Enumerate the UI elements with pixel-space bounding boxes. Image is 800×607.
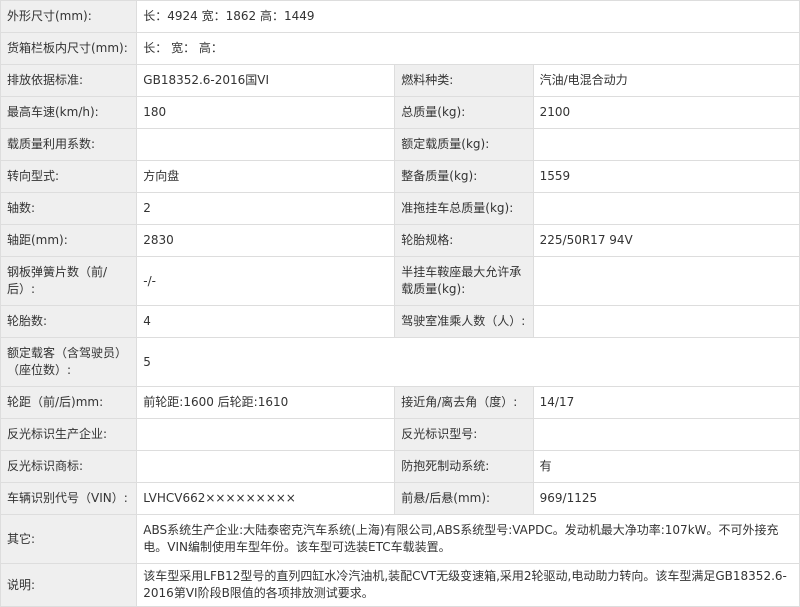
value-vin: LVHCV662×××××××××	[136, 482, 396, 515]
value-axle-count: 2	[136, 192, 396, 225]
table-row: 轴距(mm): 2830 轮胎规格: 225/50R17 94V	[0, 224, 800, 257]
label-cab-occupants: 驾驶室准乘人数（人）:	[394, 305, 534, 338]
label-tire-count: 轮胎数:	[0, 305, 138, 338]
value-load-utilization	[136, 128, 396, 161]
label-overhang: 前悬/后悬(mm):	[394, 482, 534, 515]
value-notes: 该车型采用LFB12型号的直列四缸水冷汽油机,装配CVT无级变速箱,采用2轮驱动…	[136, 563, 800, 607]
value-saddle-load	[532, 256, 800, 306]
label-reflector-model: 反光标识型号:	[394, 418, 534, 451]
label-seating-capacity: 额定载客（含驾驶员）（座位数）:	[0, 337, 138, 387]
value-steering-type: 方向盘	[136, 160, 396, 193]
table-row: 额定载客（含驾驶员）（座位数）: 5	[0, 337, 800, 387]
value-gross-mass: 2100	[532, 96, 800, 129]
label-cargo-box-dimensions: 货箱栏板内尺寸(mm):	[0, 32, 138, 65]
table-row: 说明: 该车型采用LFB12型号的直列四缸水冷汽油机,装配CVT无级变速箱,采用…	[0, 563, 800, 607]
value-other: ABS系统生产企业:大陆泰密克汽车系统(上海)有限公司,ABS系统型号:VAPD…	[136, 514, 800, 564]
value-seating-capacity: 5	[136, 337, 800, 387]
label-abs: 防抱死制动系统:	[394, 450, 534, 483]
table-row: 轮胎数: 4 驾驶室准乘人数（人）:	[0, 305, 800, 338]
value-reflector-maker	[136, 418, 396, 451]
label-rated-load: 额定载质量(kg):	[394, 128, 534, 161]
label-reflector-brand: 反光标识商标:	[0, 450, 138, 483]
table-row: 反光标识生产企业: 反光标识型号:	[0, 418, 800, 451]
label-emission-standard: 排放依据标准:	[0, 64, 138, 97]
value-emission-standard: GB18352.6-2016国VI	[136, 64, 396, 97]
value-wheelbase: 2830	[136, 224, 396, 257]
value-cab-occupants	[532, 305, 800, 338]
value-track-width: 前轮距:1600 后轮距:1610	[136, 386, 396, 419]
table-row: 外形尺寸(mm): 长：4924 宽：1862 高：1449	[0, 0, 800, 33]
value-curb-weight: 1559	[532, 160, 800, 193]
label-wheelbase: 轴距(mm):	[0, 224, 138, 257]
value-approach-departure-angle: 14/17	[532, 386, 800, 419]
table-row: 货箱栏板内尺寸(mm): 长： 宽： 高：	[0, 32, 800, 65]
label-saddle-load: 半挂车鞍座最大允许承载质量(kg):	[394, 256, 534, 306]
value-rated-load	[532, 128, 800, 161]
label-vin: 车辆识别代号（VIN）:	[0, 482, 138, 515]
table-row: 排放依据标准: GB18352.6-2016国VI 燃料种类: 汽油/电混合动力	[0, 64, 800, 97]
label-reflector-maker: 反光标识生产企业:	[0, 418, 138, 451]
label-steering-type: 转向型式:	[0, 160, 138, 193]
label-gross-mass: 总质量(kg):	[394, 96, 534, 129]
vehicle-spec-sheet: 外形尺寸(mm): 长：4924 宽：1862 高：1449 货箱栏板内尺寸(m…	[0, 0, 800, 607]
table-row: 轴数: 2 准拖挂车总质量(kg):	[0, 192, 800, 225]
label-leaf-springs: 钢板弹簧片数（前/后）:	[0, 256, 138, 306]
label-dimensions: 外形尺寸(mm):	[0, 0, 138, 33]
value-reflector-brand	[136, 450, 396, 483]
value-tire-spec: 225/50R17 94V	[532, 224, 800, 257]
label-approach-departure-angle: 接近角/离去角（度）:	[394, 386, 534, 419]
label-trailer-mass: 准拖挂车总质量(kg):	[394, 192, 534, 225]
table-row: 转向型式: 方向盘 整备质量(kg): 1559	[0, 160, 800, 193]
table-row: 反光标识商标: 防抱死制动系统: 有	[0, 450, 800, 483]
label-other: 其它:	[0, 514, 138, 564]
label-curb-weight: 整备质量(kg):	[394, 160, 534, 193]
value-tire-count: 4	[136, 305, 396, 338]
table-row: 其它: ABS系统生产企业:大陆泰密克汽车系统(上海)有限公司,ABS系统型号:…	[0, 514, 800, 564]
value-max-speed: 180	[136, 96, 396, 129]
value-dimensions: 长：4924 宽：1862 高：1449	[136, 0, 800, 33]
label-axle-count: 轴数:	[0, 192, 138, 225]
table-row: 轮距（前/后)mm: 前轮距:1600 后轮距:1610 接近角/离去角（度）:…	[0, 386, 800, 419]
value-abs: 有	[532, 450, 800, 483]
value-overhang: 969/1125	[532, 482, 800, 515]
label-max-speed: 最高车速(km/h):	[0, 96, 138, 129]
label-track-width: 轮距（前/后)mm:	[0, 386, 138, 419]
value-leaf-springs: -/-	[136, 256, 396, 306]
table-row: 最高车速(km/h): 180 总质量(kg): 2100	[0, 96, 800, 129]
spec-table: 外形尺寸(mm): 长：4924 宽：1862 高：1449 货箱栏板内尺寸(m…	[0, 0, 800, 607]
value-fuel-type: 汽油/电混合动力	[532, 64, 800, 97]
value-trailer-mass	[532, 192, 800, 225]
table-row: 载质量利用系数: 额定载质量(kg):	[0, 128, 800, 161]
label-fuel-type: 燃料种类:	[394, 64, 534, 97]
value-reflector-model	[532, 418, 800, 451]
label-tire-spec: 轮胎规格:	[394, 224, 534, 257]
value-cargo-box-dimensions: 长： 宽： 高：	[136, 32, 800, 65]
label-load-utilization: 载质量利用系数:	[0, 128, 138, 161]
table-row: 车辆识别代号（VIN）: LVHCV662××××××××× 前悬/后悬(mm)…	[0, 482, 800, 515]
table-row: 钢板弹簧片数（前/后）: -/- 半挂车鞍座最大允许承载质量(kg):	[0, 256, 800, 306]
label-notes: 说明:	[0, 563, 138, 607]
